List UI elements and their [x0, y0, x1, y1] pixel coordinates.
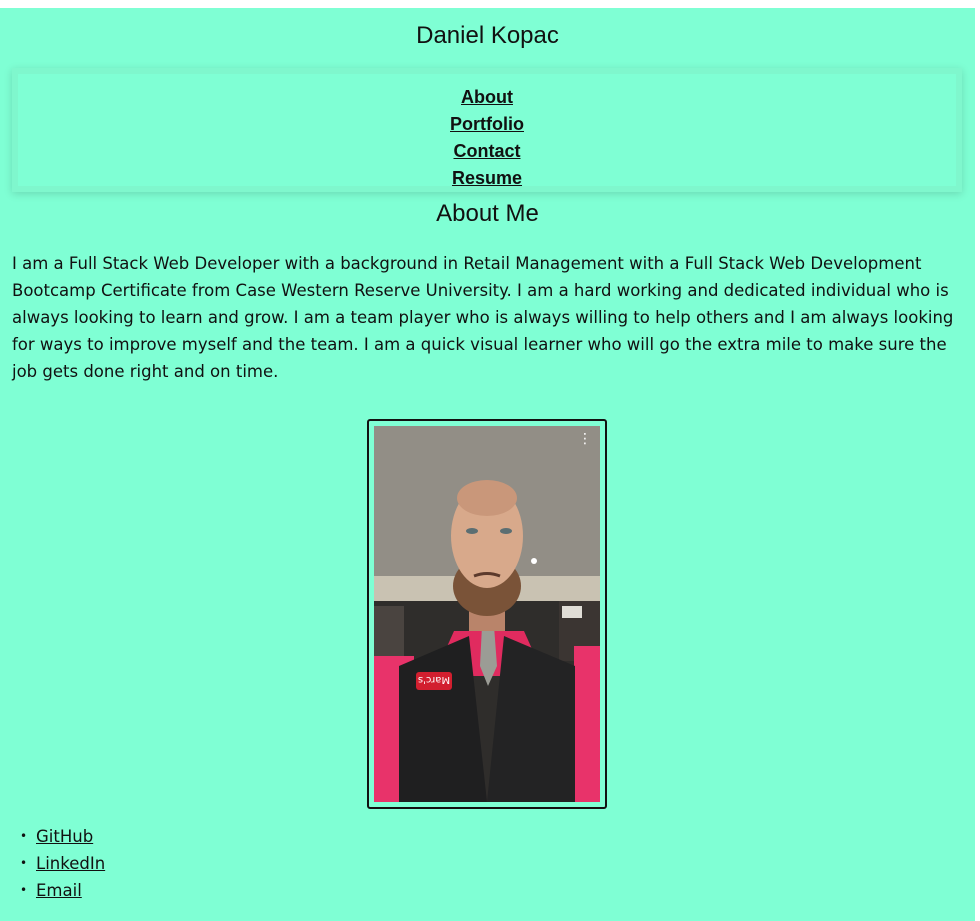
- social-item-github: GitHub: [20, 823, 105, 850]
- video-frame: Marc's ⋮: [367, 419, 607, 809]
- nav-link-about[interactable]: About: [461, 87, 513, 107]
- page: Daniel Kopac About Portfolio Contact Res…: [0, 8, 975, 921]
- site-title: Daniel Kopac: [416, 22, 559, 49]
- nav-link-portfolio[interactable]: Portfolio: [450, 114, 524, 134]
- vertical-ellipsis-icon[interactable]: ⋮: [578, 432, 592, 446]
- email-link[interactable]: Email: [36, 881, 82, 900]
- nav-list: About Portfolio Contact Resume: [18, 84, 956, 192]
- social-item-email: Email: [20, 877, 105, 904]
- nav-link-resume[interactable]: Resume: [452, 168, 522, 188]
- nav-item-about: About: [18, 84, 956, 111]
- shirt-logo: Marc's: [418, 674, 450, 685]
- nav-item-contact: Contact: [18, 138, 956, 165]
- social-item-linkedin: LinkedIn: [20, 850, 105, 877]
- github-link[interactable]: GitHub: [36, 827, 93, 846]
- nav-link-contact[interactable]: Contact: [454, 141, 521, 161]
- linkedin-link[interactable]: LinkedIn: [36, 854, 105, 873]
- main-navigation: About Portfolio Contact Resume: [12, 68, 962, 192]
- nav-item-portfolio: Portfolio: [18, 111, 956, 138]
- nav-item-resume: Resume: [18, 165, 956, 192]
- intro-video[interactable]: Marc's ⋮: [374, 426, 600, 802]
- about-paragraph: I am a Full Stack Web Developer with a b…: [12, 254, 954, 381]
- about-section-title: About Me: [436, 200, 539, 227]
- video-thumbnail: Marc's: [374, 426, 600, 802]
- social-links: GitHub LinkedIn Email: [0, 823, 105, 904]
